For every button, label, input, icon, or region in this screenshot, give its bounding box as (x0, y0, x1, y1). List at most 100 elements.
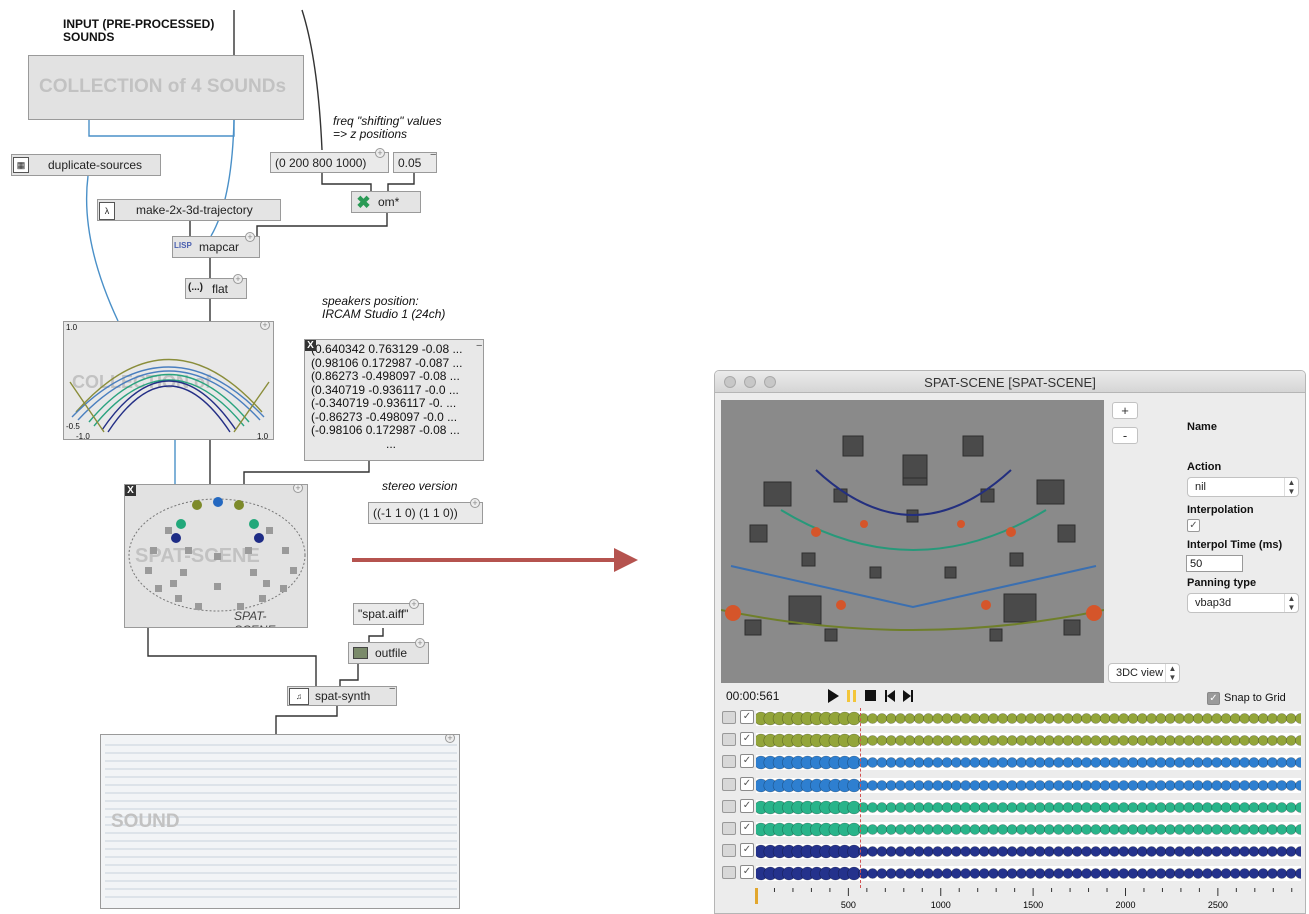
timeline-ruler[interactable]: 500 1000 1500 2000 2500 (755, 876, 1306, 914)
skip-start-icon[interactable] (885, 690, 895, 702)
outfile-label: outfile (375, 646, 408, 660)
speaker-row: (0.98106 0.172987 -0.087 ... (311, 355, 463, 370)
folder-icon[interactable] (722, 866, 736, 880)
sound-box[interactable]: SOUND + (100, 734, 460, 909)
track-enable-checkbox[interactable]: ✓ (740, 821, 754, 835)
track-points-bar[interactable] (756, 711, 1301, 726)
stereo-values-label: ((-1 1 0) (1 1 0)) (373, 506, 458, 520)
3d-scene-viewport[interactable] (721, 400, 1104, 683)
om-multiply-box[interactable]: ✖ om* (351, 191, 421, 213)
add-input-icon[interactable]: + (233, 274, 243, 284)
track-enable-checkbox[interactable]: ✓ (740, 710, 754, 724)
track-points-bar[interactable] (756, 755, 1301, 771)
spat-scene-window[interactable]: SPAT-SCENE [SPAT-SCENE] + - Name Action … (714, 370, 1306, 914)
timeline-track[interactable]: ✓ (721, 752, 1301, 772)
window-title: SPAT-SCENE [SPAT-SCENE] (924, 375, 1096, 390)
transport-bar (828, 689, 913, 703)
add-input-icon[interactable]: + (375, 148, 385, 158)
zoom-out-button[interactable]: - (1112, 427, 1138, 444)
folder-icon[interactable] (722, 777, 736, 791)
patch-canvas[interactable]: INPUT (PRE-PROCESSED) SOUNDS COLLECTION … (0, 0, 1309, 914)
window-titlebar[interactable]: SPAT-SCENE [SPAT-SCENE] (715, 371, 1305, 393)
y-min-label: -0.5 (66, 422, 80, 431)
lock-icon[interactable]: X (305, 340, 316, 351)
flat-box[interactable]: (...) flat + (185, 274, 247, 299)
ruler-tick-label: 2500 (1208, 900, 1228, 910)
timeline-track[interactable]: ✓ (721, 730, 1301, 750)
track-points-bar[interactable] (756, 844, 1301, 860)
ruler-tick-label: 1000 (931, 900, 951, 910)
track-enable-checkbox[interactable]: ✓ (740, 732, 754, 747)
snap-to-grid-checkbox[interactable]: ✓ (1207, 692, 1220, 705)
mapcar-box[interactable]: LISP mapcar + (172, 232, 260, 258)
spat-scene-box[interactable]: X SPAT-SCENE SPAT-SCENE + (124, 484, 308, 628)
y-max-label: 1.0 (66, 323, 78, 332)
play-icon[interactable] (828, 689, 839, 703)
action-label: Action (1187, 461, 1222, 473)
pause-icon[interactable] (847, 690, 850, 702)
action-select[interactable]: nil ▲ ▼ (1187, 477, 1299, 497)
trajectory-collection-box[interactable]: COLLECTION of 1.0 -0.5 -1.0 1.0 + (63, 321, 274, 440)
zoom-in-button[interactable]: + (1112, 402, 1138, 419)
chevron-updown-icon: ▲ ▼ (1284, 594, 1298, 612)
add-input-icon[interactable]: + (245, 232, 255, 242)
filename-box[interactable]: "spat.aiff" + (353, 599, 424, 625)
timeline-track[interactable]: ✓ (721, 797, 1301, 817)
speakers-list-box[interactable]: X (0.640342 0.763129 -0.08 ... (0.98106 0… (304, 339, 484, 461)
time-display: 00:00:561 (726, 689, 780, 703)
speaker-row: (0.86273 -0.498097 -0.08 ... (311, 369, 460, 383)
collection-watermark: COLLECTION of 4 SOUNDs (39, 76, 287, 97)
skip-end-icon[interactable] (903, 690, 913, 702)
track-enable-checkbox[interactable]: ✓ (740, 798, 754, 813)
timeline-track[interactable]: ✓ (721, 841, 1301, 861)
speaker-rows: (0.640342 0.763129 -0.08 ... (0.98106 0.1… (311, 342, 483, 438)
folder-icon[interactable] (722, 755, 736, 769)
track-enable-checkbox[interactable]: ✓ (740, 865, 754, 880)
track-enable-checkbox[interactable]: ✓ (740, 776, 754, 791)
add-input-icon[interactable]: + (415, 638, 425, 648)
timeline-track[interactable]: ✓ (721, 708, 1301, 728)
view-mode-select[interactable]: 3DC view ▲ ▼ (1108, 663, 1180, 683)
folder-icon[interactable] (722, 799, 736, 813)
collapse-icon[interactable]: − (389, 683, 395, 695)
collapse-icon[interactable]: − (476, 340, 482, 354)
folder-icon[interactable] (722, 844, 736, 858)
track-points-bar[interactable] (756, 822, 1301, 837)
speaker-row: (-0.98106 0.172987 -0.08 ... (311, 423, 460, 437)
add-input-icon[interactable]: + (409, 599, 419, 609)
function-grid-icon: ▦ (13, 157, 29, 173)
name-label: Name (1187, 421, 1217, 433)
track-points-bar[interactable] (756, 777, 1301, 793)
track-enable-checkbox[interactable]: ✓ (740, 754, 754, 769)
add-input-icon[interactable]: + (470, 498, 480, 508)
freq-values-box[interactable]: (0 200 800 1000) + (270, 148, 389, 173)
collection-box[interactable]: COLLECTION of 4 SOUNDs (28, 55, 304, 120)
folder-icon[interactable] (722, 711, 736, 724)
folder-icon[interactable] (722, 822, 736, 835)
speakers-ellipsis: ... (385, 436, 396, 451)
x-min-label: -1.0 (76, 432, 90, 440)
interpolation-checkbox[interactable]: ✓ (1187, 519, 1200, 532)
factor-value-box[interactable]: 0.05 − (393, 149, 437, 173)
timeline-track[interactable]: ✓ (721, 819, 1301, 839)
duplicate-sources-box[interactable]: ▦ duplicate-sources (11, 154, 161, 176)
flat-label: flat (212, 281, 229, 296)
snap-to-grid-label: Snap to Grid (1224, 692, 1286, 704)
make-trajectory-box[interactable]: λ make-2x-3d-trajectory (97, 199, 281, 221)
outfile-box[interactable]: outfile + (348, 638, 429, 664)
speakers-note: speakers position: IRCAM Studio 1 (24ch) (322, 294, 446, 321)
playhead-cursor[interactable] (859, 708, 861, 888)
stereo-values-box[interactable]: ((-1 1 0) (1 1 0)) + (368, 498, 483, 524)
spat-synth-box[interactable]: ♫ spat-synth − (287, 683, 397, 706)
interpol-time-input[interactable] (1186, 555, 1243, 572)
track-points-bar[interactable] (756, 799, 1301, 815)
timeline-track[interactable]: ✓ (721, 775, 1301, 795)
panning-type-value: vbap3d (1195, 597, 1232, 609)
panning-type-select[interactable]: vbap3d ▲ ▼ (1187, 593, 1299, 613)
track-points-bar[interactable] (756, 733, 1301, 749)
folder-icon[interactable] (722, 733, 736, 747)
stop-icon[interactable] (865, 690, 876, 701)
collapse-icon[interactable]: − (430, 149, 436, 161)
chevron-updown-icon: ▲ ▼ (1165, 664, 1179, 682)
track-enable-checkbox[interactable]: ✓ (740, 843, 754, 858)
